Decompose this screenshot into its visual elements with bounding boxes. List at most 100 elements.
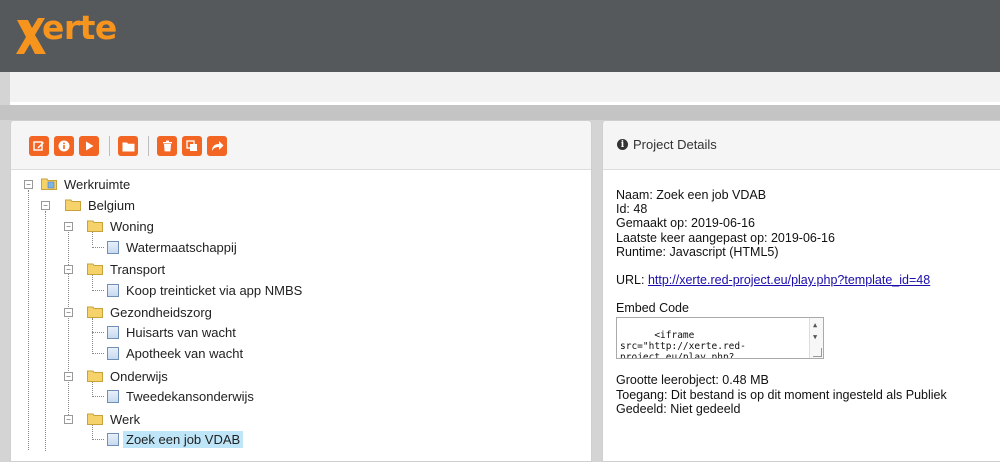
detail-toegang: Toegang: Dit bestand is op dit moment in… <box>616 387 947 402</box>
detail-grootte: Grootte leerobject: 0.48 MB <box>616 373 769 388</box>
tree-label: Gezondheidszorg <box>110 304 212 320</box>
page-icon <box>107 432 119 446</box>
detail-gedeeld: Gedeeld: Niet gedeeld <box>616 401 741 416</box>
scroll-down-icon[interactable]: ▼ <box>813 332 817 343</box>
tree-guide <box>92 439 104 440</box>
detail-gemaakt: Gemaakt op: 2019-06-16 <box>616 216 755 231</box>
workspace-toolbar-header <box>11 121 591 170</box>
tree-toggle[interactable]: − <box>41 201 50 210</box>
workspace-panel: − Werkruimte − Belgium − Woning Watermaa… <box>10 120 592 462</box>
project-details-body: Naam: Zoek een job VDAB Id: 48 Gemaakt o… <box>616 188 947 416</box>
page-icon <box>107 389 119 403</box>
workspace-tree: − Werkruimte − Belgium − Woning Watermaa… <box>11 169 591 461</box>
resize-handle-icon[interactable] <box>813 348 822 358</box>
tree-toggle[interactable]: − <box>64 415 73 424</box>
tree-node-tweedekansonderwijs[interactable]: Tweedekansonderwijs <box>107 386 257 406</box>
tree-toggle[interactable]: − <box>64 372 73 381</box>
tree-label: Woning <box>110 218 154 234</box>
tree-toggle[interactable]: − <box>64 308 73 317</box>
info-button[interactable] <box>54 136 74 156</box>
tree-label: Belgium <box>88 197 135 213</box>
tree-guide <box>68 232 69 415</box>
project-details-header: i Project Details <box>603 121 1000 170</box>
tree-label: Werkruimte <box>64 176 131 192</box>
tree-node-koop-treinticket[interactable]: Koop treinticket via app NMBS <box>107 280 305 300</box>
workspace-folder-icon <box>41 178 57 190</box>
sub-header-bar <box>10 72 1000 102</box>
scroll-up-icon[interactable]: ▲ <box>813 320 817 331</box>
tree-node-werkruimte[interactable]: Werkruimte <box>41 174 133 194</box>
logo-text: erte <box>42 8 117 47</box>
folder-icon <box>87 413 103 425</box>
page-icon <box>107 325 119 339</box>
tree-node-werk[interactable]: Werk <box>87 409 143 429</box>
tree-label: Werk <box>110 411 141 427</box>
detail-runtime: Runtime: Javascript (HTML5) <box>616 244 779 259</box>
tree-node-gezondheidszorg[interactable]: Gezondheidszorg <box>87 302 215 322</box>
info-icon: i <box>617 139 628 150</box>
info-icon <box>58 140 70 152</box>
tree-guide <box>45 211 46 451</box>
duplicate-icon <box>186 140 197 151</box>
duplicate-button[interactable] <box>182 136 202 156</box>
tree-guide <box>28 190 29 450</box>
folder-icon <box>87 220 103 232</box>
tree-toggle[interactable]: − <box>64 222 73 231</box>
toolbar-separator <box>148 136 149 156</box>
edit-button[interactable] <box>29 136 49 156</box>
tree-label: Zoek een job VDAB <box>123 430 244 448</box>
tree-node-apotheek[interactable]: Apotheek van wacht <box>107 343 246 363</box>
tree-guide <box>92 332 104 333</box>
new-folder-button[interactable] <box>118 136 138 156</box>
tree-node-belgium[interactable]: Belgium <box>65 195 138 215</box>
trash-icon <box>162 140 172 152</box>
tree-guide <box>92 290 104 291</box>
project-url-link[interactable]: http://xerte.red-project.eu/play.php?tem… <box>648 273 930 287</box>
page-icon <box>107 240 119 254</box>
tree-node-onderwijs[interactable]: Onderwijs <box>87 366 171 386</box>
tree-node-transport[interactable]: Transport <box>87 259 168 279</box>
top-header: erte <box>0 0 1000 72</box>
delete-button[interactable] <box>157 136 177 156</box>
folder-icon <box>122 142 134 151</box>
share-icon <box>211 141 223 151</box>
folder-icon <box>87 306 103 318</box>
tree-guide <box>92 318 93 352</box>
tree-label: Tweedekansonderwijs <box>126 388 254 404</box>
detail-aangepast: Laatste keer aangepast op: 2019-06-16 <box>616 230 835 245</box>
tree-toggle[interactable]: − <box>64 265 73 274</box>
embed-code-label: Embed Code <box>616 301 689 316</box>
share-button[interactable] <box>207 136 227 156</box>
embed-code-text: <iframe src="http://xerte.red- project.e… <box>620 330 746 360</box>
play-icon <box>86 141 94 151</box>
detail-url-row: URL: http://xerte.red-project.eu/play.ph… <box>616 273 947 287</box>
tree-node-woning[interactable]: Woning <box>87 216 157 236</box>
detail-naam: Naam: Zoek een job VDAB <box>616 188 767 202</box>
tree-node-watermaatschappij[interactable]: Watermaatschappij <box>107 237 240 257</box>
tree-node-zoek-een-job[interactable]: Zoek een job VDAB <box>107 429 244 449</box>
page-icon <box>107 283 119 297</box>
page-icon <box>107 346 119 360</box>
edit-icon <box>33 141 44 151</box>
tree-guide <box>92 247 104 248</box>
tree-label: Apotheek van wacht <box>126 345 244 361</box>
folder-icon <box>87 263 103 275</box>
embed-code-textarea[interactable]: <iframe src="http://xerte.red- project.e… <box>616 317 824 360</box>
play-button[interactable] <box>79 136 99 156</box>
tree-label: Transport <box>110 261 166 277</box>
folder-icon <box>87 370 103 382</box>
toolbar-separator <box>109 136 110 156</box>
tree-label: Watermaatschappij <box>126 239 237 255</box>
tree-node-huisarts[interactable]: Huisarts van wacht <box>107 322 239 342</box>
tree-guide <box>92 353 104 354</box>
tree-label: Huisarts van wacht <box>126 324 236 340</box>
tree-toggle[interactable]: − <box>24 180 33 189</box>
panel-title: i Project Details <box>617 137 717 152</box>
url-label: URL: <box>616 273 648 288</box>
tree-label: Koop treinticket via app NMBS <box>126 282 303 298</box>
tree-guide <box>92 396 104 397</box>
detail-id: Id: 48 <box>616 202 648 217</box>
content-band <box>0 105 1000 120</box>
